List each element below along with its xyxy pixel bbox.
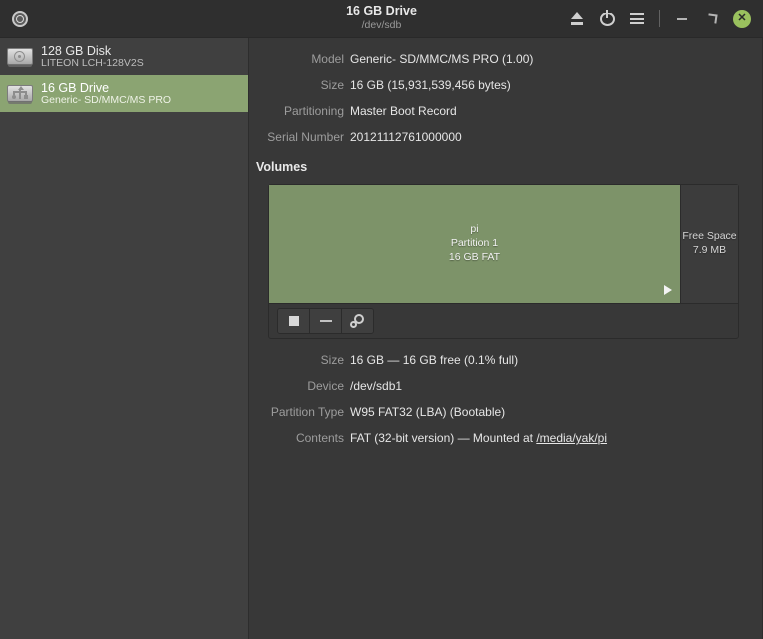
property-label: Size [320, 353, 344, 367]
gears-icon [350, 314, 365, 328]
property-label: Partition Type [270, 405, 344, 419]
volume-toolbar [269, 304, 738, 338]
property-row-model: Model Generic- SD/MMC/MS PRO (1.00) [249, 46, 762, 72]
property-row-partitioning: Partitioning Master Boot Record [249, 98, 762, 124]
title-bar: 16 GB Drive /dev/sdb ✕ [0, 0, 763, 38]
partition-block-1[interactable]: pi Partition 1 16 GB FAT [269, 185, 681, 303]
property-label: Serial Number [267, 130, 344, 144]
usb-drive-icon [7, 83, 33, 105]
close-button[interactable]: ✕ [727, 4, 757, 34]
property-row-partition-type: Partition Type W95 FAT32 (LBA) (Bootable… [249, 399, 762, 425]
stop-square-icon [288, 316, 299, 326]
titlebar-separator [659, 10, 660, 27]
main-body: 128 GB Disk LITEON LCH-128V2S 16 GB Driv… [0, 38, 763, 639]
more-actions-button[interactable] [342, 309, 373, 333]
sidebar-item-16gb-drive[interactable]: 16 GB Drive Generic- SD/MMC/MS PRO [0, 75, 248, 112]
power-button[interactable] [592, 4, 622, 34]
hard-disk-icon [7, 46, 33, 68]
partition-block-free-space[interactable]: Free Space 7.9 MB [681, 185, 738, 303]
maximize-icon [706, 13, 718, 24]
partition-bar: pi Partition 1 16 GB FAT Free Space 7.9 … [269, 185, 738, 304]
eject-button[interactable] [562, 4, 592, 34]
minimize-button[interactable] [667, 4, 697, 34]
sidebar-item-128gb-disk[interactable]: 128 GB Disk LITEON LCH-128V2S [0, 38, 248, 75]
minus-icon [319, 320, 332, 322]
property-value: /dev/sdb1 [350, 379, 403, 393]
property-value: 20121112761000000 [350, 130, 462, 144]
device-name: 128 GB Disk [41, 43, 112, 58]
property-row-contents: Contents FAT (32-bit version) — Mounted … [249, 425, 762, 451]
property-label: Contents [295, 431, 344, 445]
partition-label: pi Partition 1 16 GB FAT [449, 223, 500, 265]
close-icon: ✕ [733, 9, 751, 28]
eject-icon [570, 12, 584, 25]
partition-label: Free Space 7.9 MB [682, 230, 736, 258]
property-label: Device [307, 379, 344, 393]
property-value: W95 FAT32 (LBA) (Bootable) [350, 405, 506, 419]
property-row-size: Size 16 GB — 16 GB free (0.1% full) [249, 347, 762, 373]
free-space-name: Free Space [682, 230, 737, 243]
property-row-serial-number: Serial Number 20121112761000000 [249, 124, 762, 150]
partition-size-fs: 16 GB FAT [448, 250, 501, 263]
hamburger-menu-icon [630, 13, 644, 24]
maximize-button[interactable] [697, 4, 727, 34]
device-name: 16 GB Drive [41, 80, 110, 95]
disk-platter-icon [10, 9, 30, 29]
property-row-size: Size 16 GB (15,931,539,456 bytes) [249, 72, 762, 98]
property-value: 16 GB — 16 GB free (0.1% full) [350, 353, 519, 367]
property-value: FAT (32-bit version) — Mounted at /media… [350, 431, 607, 445]
volumes-section-title: Volumes [256, 160, 308, 174]
property-row-device: Device /dev/sdb1 [249, 373, 762, 399]
delete-partition-button[interactable] [310, 309, 342, 333]
contents-text: FAT (32-bit version) — Mounted at [350, 431, 537, 445]
drive-detail-pane: Model Generic- SD/MMC/MS PRO (1.00) Size… [249, 38, 763, 639]
property-label: Partitioning [283, 104, 344, 118]
device-sidebar: 128 GB Disk LITEON LCH-128V2S 16 GB Driv… [0, 38, 249, 639]
property-value: Master Boot Record [350, 104, 457, 118]
volumes-panel: pi Partition 1 16 GB FAT Free Space 7.9 … [268, 184, 739, 339]
minimize-icon [677, 17, 687, 20]
drive-properties-table: Model Generic- SD/MMC/MS PRO (1.00) Size… [249, 46, 762, 150]
mount-point-link[interactable]: /media/yak/pi [536, 431, 607, 445]
partition-name: pi [470, 223, 479, 236]
disks-application-window: 16 GB Drive /dev/sdb ✕ 128 GB Disk LITEO… [0, 0, 763, 639]
unmount-button[interactable] [278, 309, 310, 333]
power-icon [599, 9, 615, 26]
partition-number: Partition 1 [450, 237, 499, 250]
property-value: 16 GB (15,931,539,456 bytes) [350, 78, 511, 92]
property-value: Generic- SD/MMC/MS PRO (1.00) [350, 52, 534, 66]
titlebar-buttons: ✕ [562, 0, 757, 37]
volume-action-buttons [277, 308, 374, 334]
partition-expand-triangle-icon [664, 285, 672, 295]
property-label: Model [311, 52, 344, 66]
device-model: LITEON LCH-128V2S [41, 56, 144, 69]
device-model: Generic- SD/MMC/MS PRO [41, 93, 172, 106]
free-space-size: 7.9 MB [692, 244, 727, 256]
app-menu-button[interactable] [622, 4, 652, 34]
volume-properties-table: Size 16 GB — 16 GB free (0.1% full) Devi… [249, 347, 762, 451]
property-label: Size [320, 78, 344, 92]
